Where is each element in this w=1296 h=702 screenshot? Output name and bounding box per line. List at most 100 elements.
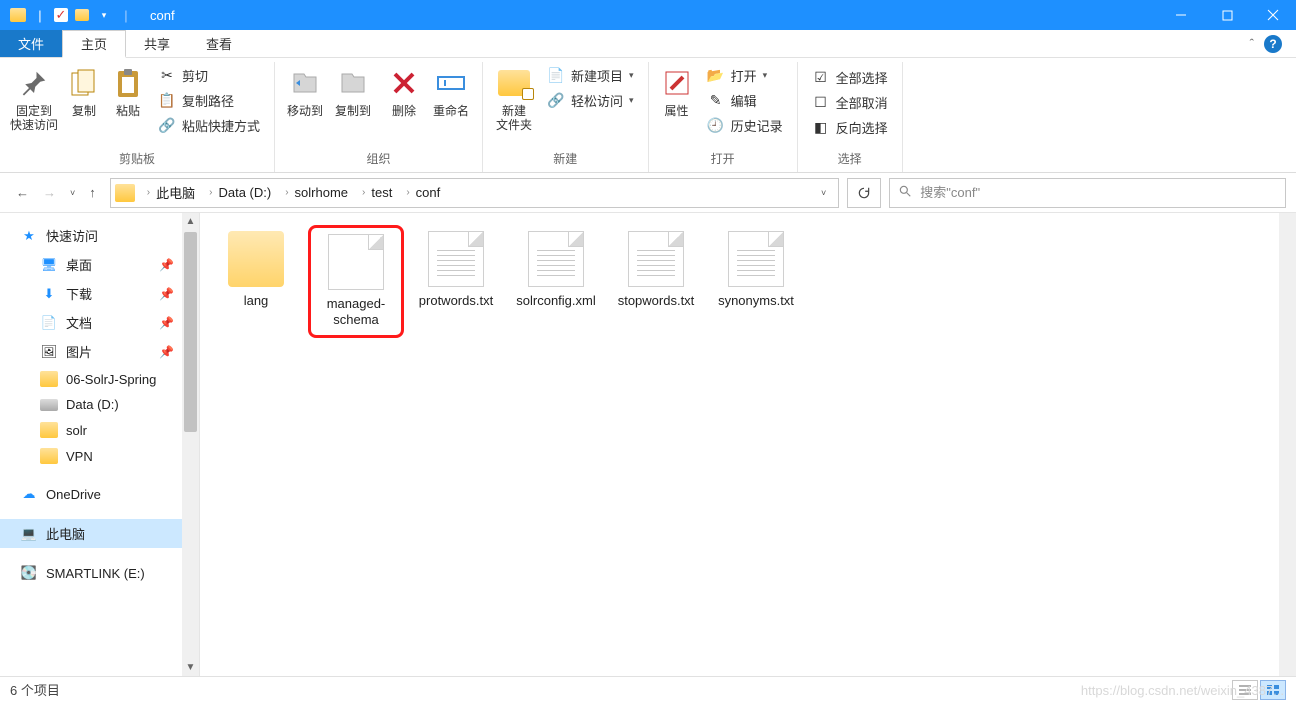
sidebar-item-folder[interactable]: 06-SolrJ-Spring <box>0 366 182 392</box>
folder-icon <box>40 422 58 438</box>
pictures-icon: 🖼 <box>40 344 58 360</box>
window-title: conf <box>150 8 175 23</box>
invert-select-button[interactable]: ◧反向选择 <box>808 116 892 139</box>
qat-separator: | <box>32 7 48 23</box>
minimize-button[interactable] <box>1158 0 1204 30</box>
select-all-button[interactable]: ☑全部选择 <box>808 66 892 89</box>
ribbon-group-select: ☑全部选择 ☐全部取消 ◧反向选择 选择 <box>798 62 903 172</box>
content-scrollbar[interactable] <box>1279 213 1296 676</box>
file-item-stopwords[interactable]: stopwords.txt <box>608 225 704 315</box>
qat-properties-icon[interactable]: ✓ <box>54 8 68 22</box>
textfile-icon <box>528 231 584 287</box>
breadcrumb-segment[interactable]: ›test <box>356 185 398 200</box>
delete-button[interactable]: 删除 <box>382 62 426 122</box>
maximize-button[interactable] <box>1204 0 1250 30</box>
delete-icon <box>387 66 421 100</box>
properties-button[interactable]: 属性 <box>655 62 699 122</box>
search-input[interactable] <box>920 185 1277 200</box>
file-item-synonyms[interactable]: synonyms.txt <box>708 225 804 315</box>
content-pane[interactable]: lang managed-schema protwords.txt solrco… <box>200 213 1296 676</box>
select-all-icon: ☑ <box>812 69 830 87</box>
sidebar-item-pictures[interactable]: 🖼图片📌 <box>0 337 182 366</box>
deselect-button[interactable]: ☐全部取消 <box>808 91 892 114</box>
back-button[interactable]: ← <box>16 185 29 200</box>
file-item-protwords[interactable]: protwords.txt <box>408 225 504 315</box>
star-icon: ★ <box>20 228 38 244</box>
forward-button[interactable]: → <box>43 185 56 200</box>
item-count: 6 个项目 <box>10 680 60 699</box>
sidebar-item-desktop[interactable]: 🖥桌面📌 <box>0 250 182 279</box>
scroll-up-icon[interactable]: ▲ <box>182 213 199 230</box>
edit-button[interactable]: ✎编辑 <box>703 89 787 112</box>
recent-locations-button[interactable]: ˅ <box>70 188 75 198</box>
up-button[interactable]: ↑ <box>89 185 96 200</box>
addressbar-dropdown-icon[interactable]: ˅ <box>813 188 834 198</box>
tab-share[interactable]: 共享 <box>126 30 188 57</box>
copy-to-button[interactable]: 复制到 <box>329 62 377 122</box>
status-bar: 6 个项目 <box>0 676 1296 702</box>
sidebar-quick-access[interactable]: ★ 快速访问 <box>0 221 182 250</box>
icons-view-button[interactable] <box>1260 680 1286 700</box>
paste-shortcut-button[interactable]: 🔗粘贴快捷方式 <box>154 114 264 137</box>
pin-quick-access-button[interactable]: 固定到 快速访问 <box>6 62 62 137</box>
sidebar-item-documents[interactable]: 📄文档📌 <box>0 308 182 337</box>
breadcrumb-segment[interactable]: ›solrhome <box>279 185 354 200</box>
sidebar-this-pc[interactable]: 💻此电脑 <box>0 519 182 548</box>
view-toggles <box>1232 680 1286 700</box>
tab-file[interactable]: 文件 <box>0 30 62 57</box>
paste-button[interactable]: 粘贴 <box>106 62 150 122</box>
breadcrumb-segment[interactable]: ›Data (D:) <box>203 185 277 200</box>
search-box[interactable] <box>889 178 1286 208</box>
ribbon-tabs: 文件 主页 共享 查看 ˆ ? <box>0 30 1296 58</box>
file-item-solrconfig[interactable]: solrconfig.xml <box>508 225 604 315</box>
folder-icon <box>40 448 58 464</box>
sidebar-item-folder[interactable]: VPN <box>0 443 182 469</box>
copy-path-button[interactable]: 📋复制路径 <box>154 89 264 112</box>
cut-button[interactable]: ✂剪切 <box>154 64 264 87</box>
qat-newfolder-icon[interactable] <box>74 7 90 23</box>
scroll-down-icon[interactable]: ▼ <box>182 659 199 676</box>
new-folder-button[interactable]: 新建 文件夹 <box>489 62 539 137</box>
file-item-folder[interactable]: lang <box>208 225 304 315</box>
copy-button[interactable]: 复制 <box>62 62 106 122</box>
sidebar-scrollbar[interactable]: ▲ ▼ <box>182 213 199 676</box>
qat-customize-icon[interactable]: ▾ <box>96 7 112 23</box>
refresh-button[interactable] <box>847 178 881 208</box>
rename-button[interactable]: 重命名 <box>426 62 476 122</box>
tab-home[interactable]: 主页 <box>62 30 126 58</box>
ribbon-group-open: 属性 📂打开 ▾ ✎编辑 🕘历史记录 打开 <box>649 62 798 172</box>
desktop-icon: 🖥 <box>40 257 58 273</box>
pin-icon: 📌 <box>159 316 174 330</box>
close-button[interactable] <box>1250 0 1296 30</box>
easy-access-button[interactable]: 🔗轻松访问 ▾ <box>543 89 638 112</box>
sidebar-onedrive[interactable]: ☁OneDrive <box>0 481 182 507</box>
scrollbar-thumb[interactable] <box>184 232 197 432</box>
breadcrumb-segment[interactable]: ›conf <box>400 185 446 200</box>
quick-access-toolbar: | ✓ ▾ | <box>0 7 144 23</box>
ribbon-collapse-icon[interactable]: ˆ <box>1250 36 1254 51</box>
copy-path-icon: 📋 <box>158 92 176 110</box>
open-button[interactable]: 📂打开 ▾ <box>703 64 787 87</box>
paste-icon <box>111 66 145 100</box>
new-item-button[interactable]: 📄新建项目 ▾ <box>543 64 638 87</box>
textfile-icon <box>728 231 784 287</box>
details-view-button[interactable] <box>1232 680 1258 700</box>
sidebar-item-folder[interactable]: solr <box>0 417 182 443</box>
pin-icon: 📌 <box>159 287 174 301</box>
move-to-button[interactable]: 移动到 <box>281 62 329 122</box>
new-folder-icon <box>497 66 531 100</box>
breadcrumb-segment[interactable]: ›此电脑 <box>141 183 201 202</box>
sidebar-item-downloads[interactable]: ⬇下载📌 <box>0 279 182 308</box>
addressbar-folder-icon <box>115 184 135 202</box>
help-icon[interactable]: ? <box>1264 35 1282 53</box>
sidebar-item-disk[interactable]: Data (D:) <box>0 392 182 417</box>
address-bar[interactable]: ›此电脑 ›Data (D:) ›solrhome ›test ›conf ˅ <box>110 178 840 208</box>
tab-view[interactable]: 查看 <box>188 30 250 57</box>
file-icon <box>328 234 384 290</box>
move-to-icon <box>288 66 322 100</box>
sidebar-smartlink[interactable]: 💽SMARTLINK (E:) <box>0 560 182 586</box>
history-button[interactable]: 🕘历史记录 <box>703 114 787 137</box>
window-controls <box>1158 0 1296 30</box>
file-item-managed-schema[interactable]: managed-schema <box>308 225 404 338</box>
properties-icon <box>660 66 694 100</box>
